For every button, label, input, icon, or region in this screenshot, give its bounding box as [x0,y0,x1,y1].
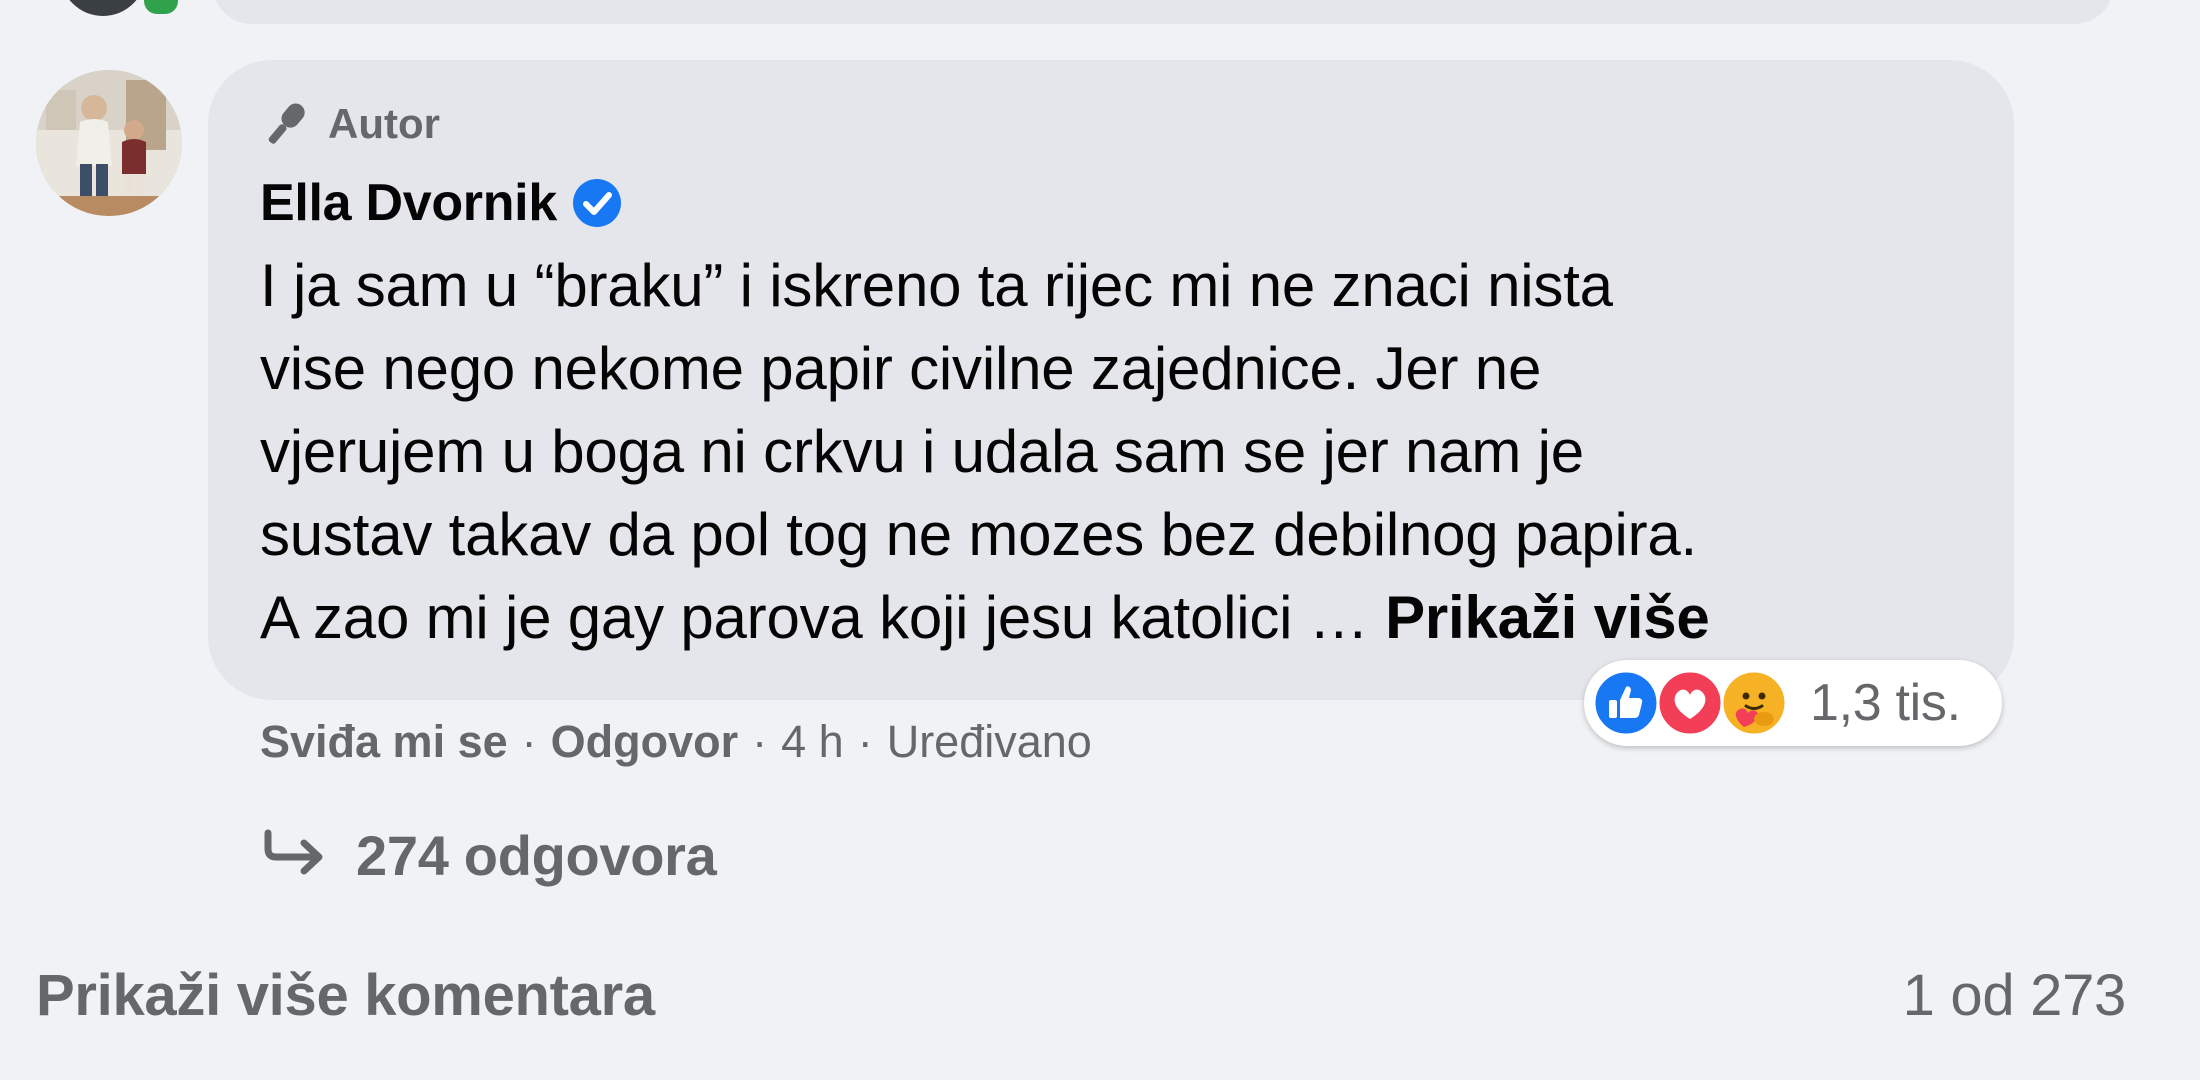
verified-badge-icon [572,179,621,227]
timestamp[interactable]: 4 h [781,716,844,768]
separator-dot: · [857,716,873,767]
online-status-indicator [140,0,182,18]
replies-count: 274 odgovora [356,823,717,887]
comment-line: I ja sam u “braku” i iskreno ta rijec mi… [260,252,1613,319]
previous-comment-bubble [212,0,2114,24]
see-more-link[interactable]: Prikaži više [1385,584,1710,651]
author-badge-label: Autor [328,100,440,147]
comment-bubble: Autor Ella Dvornik I ja sam u “braku” i … [208,60,2014,700]
comment-line: sustav takav da pol tog ne mozes bez deb… [260,501,1697,568]
reactions-summary[interactable]: 1,3 tis. [1584,660,2002,746]
comment-line-last: A zao mi je gay parova koji jesu katolic… [260,576,1980,659]
author-name-row: Ella Dvornik [260,168,623,238]
previous-comment-avatar[interactable] [60,0,146,16]
avatar-photo [36,70,182,216]
view-replies-button[interactable]: 274 odgovora [262,820,717,890]
view-more-comments-button[interactable]: Prikaži više komentara [36,962,655,1029]
reaction-count: 1,3 tis. [1810,674,1961,732]
author-badge: Autor [258,94,440,154]
love-icon [1656,669,1724,737]
like-button[interactable]: Sviđa mi se [260,716,508,768]
care-icon [1720,669,1788,737]
comment-actions: Sviđa mi se · Odgovor · 4 h · Uređivano [260,712,1092,772]
edited-label[interactable]: Uređivano [887,716,1092,768]
author-name[interactable]: Ella Dvornik [260,173,557,233]
comments-counter: 1 od 273 [1902,963,2127,1028]
separator-dot: · [521,716,537,767]
comment-line-text: A zao mi je gay parova koji jesu katolic… [260,584,1386,651]
separator-dot: · [752,716,768,767]
comment-text: I ja sam u “braku” i iskreno ta rijec mi… [260,244,1980,659]
comment-line: vise nego nekome papir civilne zajednice… [260,335,1542,402]
reply-arrow-icon [264,829,323,875]
microphone-icon [268,103,305,144]
reply-button[interactable]: Odgovor [551,716,739,768]
avatar[interactable] [36,70,182,216]
reaction-icons [1592,665,1802,741]
comment-line: vjerujem u boga ni crkvu i udala sam se … [260,418,1584,485]
like-icon [1592,669,1660,737]
